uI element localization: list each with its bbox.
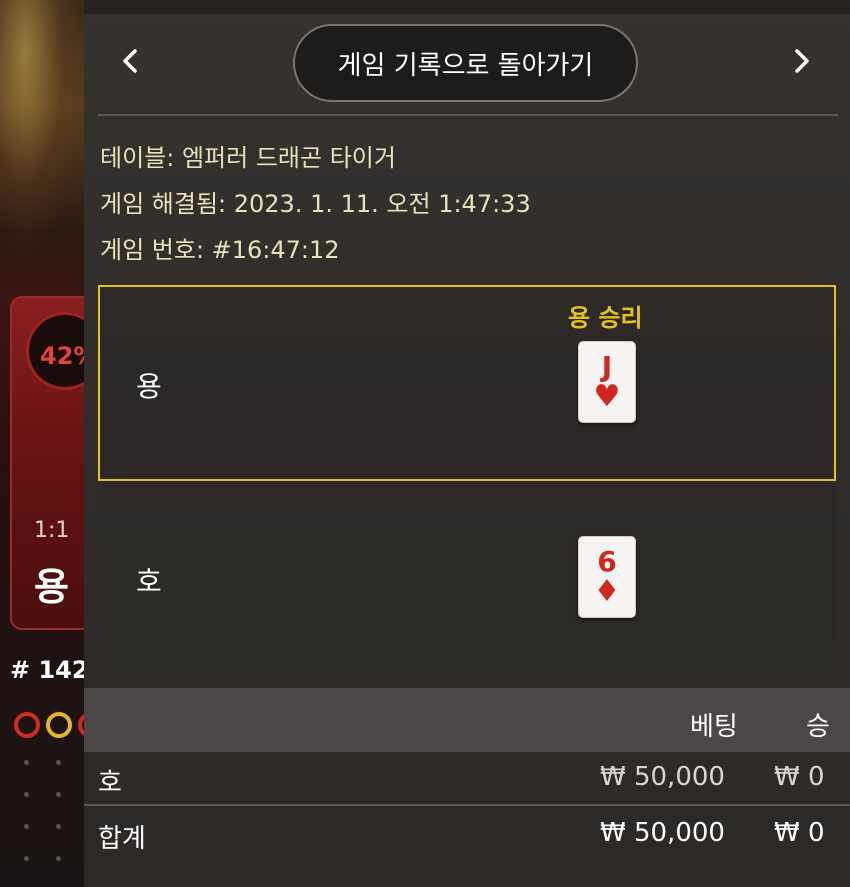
winner-label: 용 승리 bbox=[568, 304, 643, 332]
tiger-card: 6 ♦ bbox=[578, 536, 636, 618]
game-history-detail-panel: 게임 기록으로 돌아가기 테이블: 엠퍼러 드래곤 타이거 게임 해결됨: 20… bbox=[84, 0, 850, 887]
win-column-header: 승 bbox=[806, 712, 830, 742]
bet-row-label: 호 bbox=[98, 768, 122, 798]
bets-table-header: 베팅 승 bbox=[84, 688, 850, 752]
screen: 42% 1:1 용 # 142 게임 기록으로 돌아가기 테이블: 엠퍼러 드래… bbox=[0, 0, 850, 887]
round-number: # 142 bbox=[10, 656, 89, 684]
total-win-amount: ₩ 0 bbox=[774, 818, 825, 848]
dragon-bet-label: 용 bbox=[34, 565, 69, 609]
bet-row: 호 ₩ 50,000 ₩ 0 bbox=[84, 752, 850, 806]
bet-row-amount: ₩ 50,000 bbox=[600, 762, 725, 792]
total-label: 합계 bbox=[98, 824, 146, 854]
heart-suit-icon: ♥ bbox=[593, 379, 621, 414]
road-dragon-marker bbox=[14, 712, 40, 738]
next-game-button[interactable] bbox=[780, 42, 824, 86]
table-name: 테이블: 엠퍼러 드래곤 타이거 bbox=[100, 144, 396, 172]
tiger-side-label: 호 bbox=[136, 565, 162, 598]
dragon-card: J ♥ bbox=[578, 341, 636, 423]
road-dot bbox=[56, 792, 61, 797]
road-dot bbox=[24, 824, 29, 829]
dragon-odds: 1:1 bbox=[34, 518, 70, 543]
panel-top-bar bbox=[84, 0, 850, 14]
game-resolved-time: 게임 해결됨: 2023. 1. 11. 오전 1:47:33 bbox=[100, 190, 531, 218]
road-tie-marker bbox=[46, 712, 72, 738]
dragon-side-label: 용 bbox=[136, 370, 162, 403]
bet-row-win: ₩ 0 bbox=[774, 762, 825, 792]
road-dot bbox=[56, 760, 61, 765]
header-divider bbox=[98, 114, 838, 116]
game-number: 게임 번호: #16:47:12 bbox=[100, 236, 340, 264]
dragon-result-row bbox=[98, 285, 836, 481]
road-dot bbox=[56, 824, 61, 829]
total-row: 합계 ₩ 50,000 ₩ 0 bbox=[84, 808, 850, 862]
road-dot bbox=[56, 856, 61, 861]
road-dot bbox=[24, 856, 29, 861]
chevron-left-icon bbox=[119, 47, 141, 82]
card-rank: 6 bbox=[597, 545, 617, 578]
chevron-right-icon bbox=[791, 47, 813, 82]
diamond-suit-icon: ♦ bbox=[593, 574, 621, 609]
road-dot bbox=[24, 760, 29, 765]
card-rank: J bbox=[601, 350, 613, 383]
back-to-history-button[interactable]: 게임 기록으로 돌아가기 bbox=[293, 24, 638, 102]
road-dot bbox=[24, 792, 29, 797]
background-dragon-art bbox=[0, 0, 84, 260]
previous-game-button[interactable] bbox=[108, 42, 152, 86]
total-divider bbox=[84, 804, 850, 806]
tiger-result-row bbox=[98, 481, 836, 675]
bet-column-header: 베팅 bbox=[690, 712, 738, 742]
total-bet-amount: ₩ 50,000 bbox=[600, 818, 725, 848]
